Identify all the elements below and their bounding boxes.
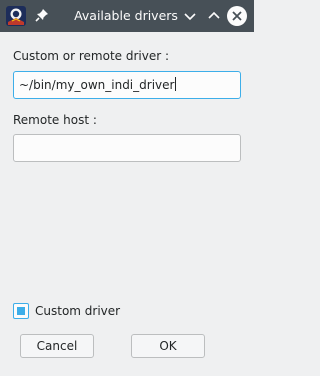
dialog-body: Custom or remote driver : ~/bin/my_own_i…	[2, 33, 252, 374]
ok-button[interactable]: OK	[131, 334, 205, 358]
driver-input[interactable]: ~/bin/my_own_indi_driver	[13, 71, 241, 99]
driver-label: Custom or remote driver :	[13, 49, 170, 63]
close-icon[interactable]	[226, 5, 248, 27]
text-caret	[175, 77, 177, 91]
custom-driver-checkbox[interactable]	[13, 303, 29, 319]
driver-input-value: ~/bin/my_own_indi_driver	[19, 78, 175, 92]
title-bar[interactable]: Available drivers	[0, 0, 254, 32]
chevron-up-icon[interactable]	[204, 6, 224, 26]
remote-host-label: Remote host :	[13, 113, 97, 127]
custom-driver-label: Custom driver	[35, 304, 121, 318]
kstars-app-icon	[6, 6, 26, 26]
cancel-button[interactable]: Cancel	[20, 334, 94, 358]
checkbox-checked-indicator	[17, 307, 25, 315]
window-title: Available drivers	[74, 8, 178, 23]
remote-host-input[interactable]	[13, 134, 241, 162]
pin-icon[interactable]	[34, 7, 50, 23]
chevron-down-icon[interactable]	[180, 6, 200, 26]
